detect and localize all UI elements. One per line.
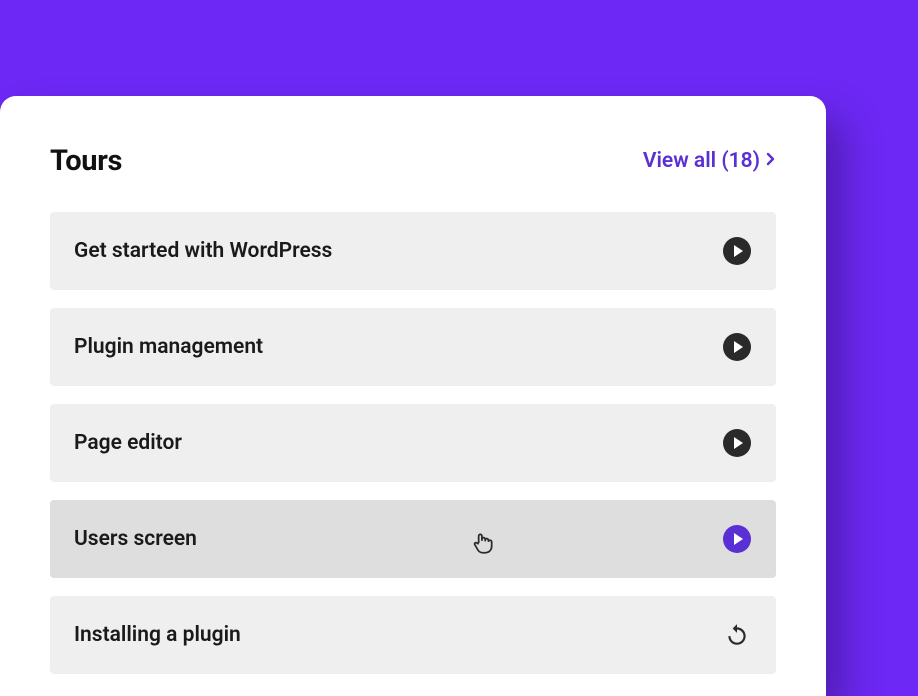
panel-title: Tours [50, 144, 122, 178]
replay-button[interactable] [722, 620, 752, 650]
tour-label: Plugin management [74, 335, 263, 359]
play-icon [723, 525, 751, 553]
play-button[interactable] [722, 236, 752, 266]
tours-panel: Tours View all (18) Get started with Wor… [0, 96, 826, 696]
cursor-pointer-icon [470, 530, 496, 560]
play-icon [723, 237, 751, 265]
play-icon [723, 429, 751, 457]
play-button[interactable] [722, 524, 752, 554]
tour-label: Page editor [74, 431, 182, 455]
tour-label: Users screen [74, 527, 197, 551]
tour-item-users-screen[interactable]: Users screen [50, 500, 776, 578]
play-icon [723, 333, 751, 361]
view-all-label: View all (18) [643, 149, 760, 173]
tour-item-get-started[interactable]: Get started with WordPress [50, 212, 776, 290]
tour-label: Installing a plugin [74, 623, 241, 647]
chevron-right-icon [766, 152, 776, 170]
panel-header: Tours View all (18) [50, 144, 776, 178]
tour-label: Get started with WordPress [74, 239, 332, 263]
play-button[interactable] [722, 428, 752, 458]
play-button[interactable] [722, 332, 752, 362]
tour-list: Get started with WordPress Plugin manage… [50, 212, 776, 674]
replay-icon [724, 622, 750, 648]
view-all-link[interactable]: View all (18) [643, 149, 776, 173]
tour-item-installing-plugin[interactable]: Installing a plugin [50, 596, 776, 674]
tour-item-plugin-management[interactable]: Plugin management [50, 308, 776, 386]
tour-item-page-editor[interactable]: Page editor [50, 404, 776, 482]
